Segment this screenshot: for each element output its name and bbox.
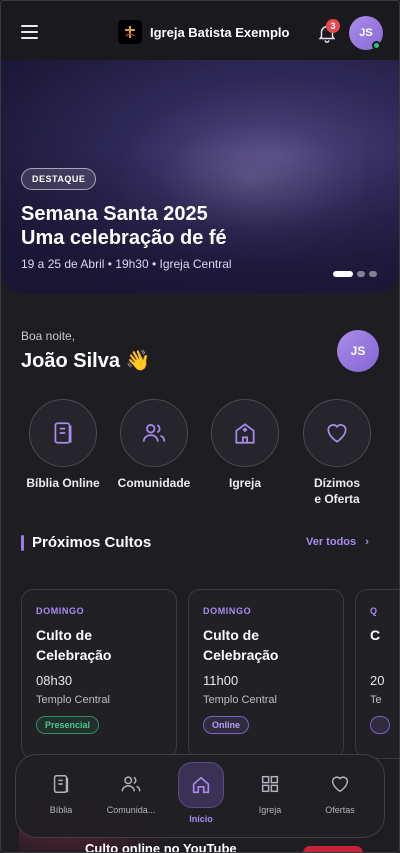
quick-action-comunidade[interactable]: Comunidade bbox=[114, 399, 194, 491]
quick-action-label: Comunidade bbox=[117, 476, 191, 490]
book-icon bbox=[54, 422, 72, 444]
section-title: Próximos Cultos bbox=[32, 534, 152, 551]
section-accent-bar bbox=[21, 535, 24, 551]
online-status-dot bbox=[372, 41, 381, 50]
quick-action-label: Igreja bbox=[228, 476, 261, 490]
service-place: Te bbox=[370, 694, 382, 706]
carousel-dot-3[interactable] bbox=[369, 271, 377, 277]
grid-icon bbox=[261, 775, 279, 793]
heart-icon bbox=[327, 424, 347, 443]
service-title: C bbox=[370, 627, 381, 643]
carousel-dots bbox=[333, 271, 377, 277]
app-frame: Igreja Batista Exemplo 3 JS DESTAQUE Sem… bbox=[0, 0, 400, 853]
service-time: 08h30 bbox=[36, 673, 73, 688]
service-time: 11h00 bbox=[203, 673, 239, 688]
service-place: Templo Central bbox=[203, 694, 277, 706]
quick-action-label: Bíblia Online bbox=[26, 476, 100, 490]
book-icon bbox=[53, 775, 69, 793]
service-card[interactable]: Q C 20 Te bbox=[355, 589, 399, 759]
greeting-name: João Silva 👋 bbox=[21, 350, 151, 372]
live-badge bbox=[303, 846, 363, 852]
nav-label: Ofertas bbox=[325, 805, 355, 815]
notification-badge: 3 bbox=[326, 19, 340, 33]
banner-title-line2: Uma celebração de fé bbox=[21, 227, 227, 249]
nav-item-comunidade[interactable]: Comunida... bbox=[96, 773, 166, 815]
heart-icon bbox=[331, 776, 349, 793]
service-card[interactable]: DOMINGO Culto de Celebração 08h30 Templo… bbox=[21, 589, 177, 759]
nav-label: Igreja bbox=[258, 805, 282, 815]
nav-label: Bíblia bbox=[49, 805, 73, 815]
service-tag: Presencial bbox=[36, 716, 100, 734]
quick-action-label: Dízimos e Oferta bbox=[313, 476, 360, 506]
service-title: Culto de Celebração bbox=[203, 627, 279, 663]
nav-label: Comunida... bbox=[106, 805, 156, 815]
see-all-link[interactable]: Ver todos › bbox=[306, 536, 369, 548]
service-tag: Online bbox=[203, 716, 250, 734]
greeting-salutation: Boa noite, bbox=[21, 329, 76, 343]
featured-badge: DESTAQUE bbox=[21, 168, 97, 190]
nav-item-ofertas[interactable]: Ofertas bbox=[305, 773, 375, 815]
service-title: Culto de Celebração bbox=[36, 627, 112, 663]
church-logo-icon bbox=[118, 20, 142, 44]
nav-label-active: Início bbox=[189, 814, 213, 824]
profile-avatar[interactable]: JS bbox=[337, 330, 379, 372]
users-icon bbox=[121, 776, 141, 792]
service-day: DOMINGO bbox=[203, 606, 252, 616]
nav-item-inicio[interactable] bbox=[178, 762, 224, 808]
service-day: DOMINGO bbox=[36, 606, 85, 616]
church-icon bbox=[235, 423, 255, 444]
home-icon bbox=[192, 776, 210, 794]
hamburger-menu-icon[interactable] bbox=[21, 23, 43, 41]
users-icon bbox=[142, 424, 166, 442]
service-time: 20 bbox=[370, 673, 385, 688]
nav-item-biblia[interactable]: Bíblia bbox=[26, 773, 96, 815]
quick-action-biblia[interactable]: Bíblia Online bbox=[23, 399, 103, 491]
bottom-navigation: Bíblia Comunida... Início Igreja Ofertas bbox=[15, 754, 385, 838]
nav-item-igreja[interactable]: Igreja bbox=[235, 773, 305, 815]
banner-title-line1: Semana Santa 2025 bbox=[21, 203, 208, 225]
church-name: Igreja Batista Exemplo bbox=[150, 24, 290, 40]
banner-subtitle: 19 a 25 de Abril • 19h30 • Igreja Centra… bbox=[21, 257, 232, 271]
service-place: Templo Central bbox=[36, 694, 110, 706]
church-brand[interactable]: Igreja Batista Exemplo bbox=[118, 20, 289, 44]
chevron-right-icon: › bbox=[365, 536, 369, 548]
banner-title: Semana Santa 2025 Uma celebração de fé bbox=[21, 202, 321, 250]
service-tag bbox=[370, 716, 390, 734]
service-day: Q bbox=[370, 606, 378, 616]
featured-banner[interactable]: DESTAQUE Semana Santa 2025 Uma celebraçã… bbox=[1, 60, 399, 294]
quick-action-dizimos[interactable]: Dízimos e Oferta bbox=[297, 399, 377, 507]
youtube-card-title: Culto online no YouTube bbox=[85, 841, 237, 853]
service-card[interactable]: DOMINGO Culto de Celebração 11h00 Templo… bbox=[188, 589, 344, 759]
carousel-dot-1[interactable] bbox=[333, 271, 353, 277]
carousel-dot-2[interactable] bbox=[357, 271, 365, 277]
quick-action-igreja[interactable]: Igreja bbox=[205, 399, 285, 491]
